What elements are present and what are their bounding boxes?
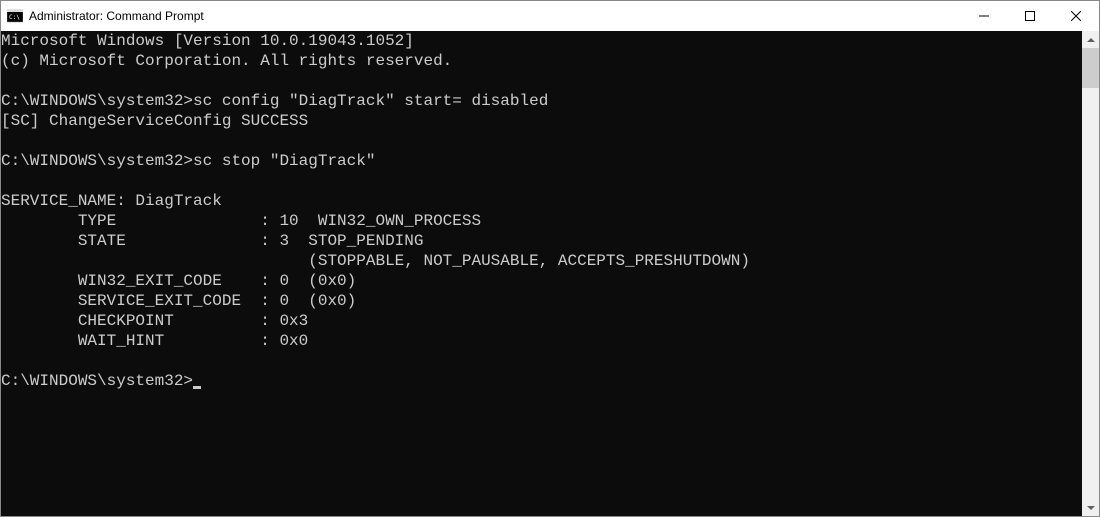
scroll-down-icon[interactable] bbox=[1082, 499, 1099, 516]
output-line: SERVICE_NAME: DiagTrack bbox=[1, 192, 222, 210]
output-line: SERVICE_EXIT_CODE : 0 (0x0) bbox=[1, 292, 356, 310]
vertical-scrollbar[interactable] bbox=[1082, 31, 1099, 516]
svg-text:C:\: C:\ bbox=[9, 14, 20, 21]
output-line: STATE : 3 STOP_PENDING bbox=[1, 232, 423, 250]
output-line: WAIT_HINT : 0x0 bbox=[1, 332, 308, 350]
output-line: CHECKPOINT : 0x3 bbox=[1, 312, 308, 330]
window-title: Administrator: Command Prompt bbox=[29, 9, 961, 23]
command-text: sc config "DiagTrack" start= disabled bbox=[193, 92, 548, 110]
maximize-button[interactable] bbox=[1007, 1, 1053, 31]
terminal-output[interactable]: Microsoft Windows [Version 10.0.19043.10… bbox=[1, 31, 1082, 516]
titlebar[interactable]: C:\ Administrator: Command Prompt bbox=[1, 1, 1099, 31]
client-area: Microsoft Windows [Version 10.0.19043.10… bbox=[1, 31, 1099, 516]
minimize-button[interactable] bbox=[961, 1, 1007, 31]
prompt: C:\WINDOWS\system32> bbox=[1, 152, 193, 170]
output-line: WIN32_EXIT_CODE : 0 (0x0) bbox=[1, 272, 356, 290]
close-button[interactable] bbox=[1053, 1, 1099, 31]
window-controls bbox=[961, 1, 1099, 31]
prompt: C:\WINDOWS\system32> bbox=[1, 92, 193, 110]
prompt: C:\WINDOWS\system32> bbox=[1, 372, 193, 390]
cmd-icon: C:\ bbox=[7, 8, 23, 24]
output-line: Microsoft Windows [Version 10.0.19043.10… bbox=[1, 32, 414, 50]
scroll-thumb[interactable] bbox=[1082, 48, 1099, 88]
scroll-up-icon[interactable] bbox=[1082, 31, 1099, 48]
cmd-window: C:\ Administrator: Command Prompt Micros… bbox=[0, 0, 1100, 517]
output-line: (c) Microsoft Corporation. All rights re… bbox=[1, 52, 452, 70]
command-text: sc stop "DiagTrack" bbox=[193, 152, 375, 170]
cursor-icon bbox=[193, 386, 201, 389]
output-line: (STOPPABLE, NOT_PAUSABLE, ACCEPTS_PRESHU… bbox=[1, 252, 750, 270]
output-line: [SC] ChangeServiceConfig SUCCESS bbox=[1, 112, 308, 130]
output-line: TYPE : 10 WIN32_OWN_PROCESS bbox=[1, 212, 481, 230]
